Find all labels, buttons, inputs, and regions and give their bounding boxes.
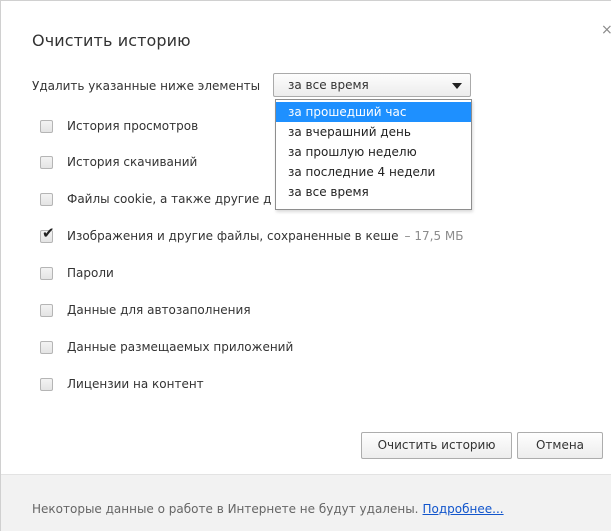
- dropdown-option-last-4-weeks[interactable]: за последние 4 недели: [276, 162, 471, 182]
- option-cached-images[interactable]: ✔ Изображения и другие файлы, сохраненны…: [40, 225, 464, 246]
- dropdown-option-last-week[interactable]: за прошлую неделю: [276, 142, 471, 162]
- dialog-title: Очистить историю: [32, 31, 191, 50]
- clear-history-button[interactable]: Очистить историю: [361, 432, 512, 459]
- checkbox-checked[interactable]: ✔: [40, 225, 55, 243]
- checkbox[interactable]: [40, 192, 53, 206]
- cancel-button[interactable]: Отмена: [517, 432, 603, 459]
- period-select[interactable]: за все время: [273, 73, 471, 97]
- footer-text: Некоторые данные о работе в Интернете не…: [32, 502, 419, 516]
- period-label: Удалить указанные ниже элементы: [32, 79, 261, 93]
- option-label: Пароли: [67, 266, 114, 280]
- option-label: История скачиваний: [67, 155, 198, 169]
- chevron-down-icon: [452, 83, 462, 89]
- option-label: История просмотров: [67, 119, 199, 133]
- checkbox[interactable]: [40, 266, 53, 280]
- option-label: Данные размещаемых приложений: [67, 340, 294, 354]
- footer-note: Некоторые данные о работе в Интернете не…: [32, 502, 504, 516]
- option-autofill[interactable]: Данные для автозаполнения: [40, 300, 251, 320]
- checkmark-icon: ✔: [42, 223, 55, 242]
- checkbox[interactable]: [40, 340, 53, 354]
- option-label: Лицензии на контент: [67, 377, 204, 391]
- dropdown-option-past-hour[interactable]: за прошедший час: [276, 102, 471, 122]
- option-content-licenses[interactable]: Лицензии на контент: [40, 374, 204, 394]
- option-label: Файлы cookie, а также другие д: [67, 192, 272, 206]
- learn-more-link[interactable]: Подробнее...: [423, 502, 504, 516]
- option-label: Данные для автозаполнения: [67, 303, 251, 317]
- option-cookies[interactable]: Файлы cookie, а также другие д: [40, 189, 271, 209]
- option-download-history[interactable]: История скачиваний: [40, 152, 197, 172]
- period-select-value: за все время: [288, 78, 369, 92]
- clear-history-dialog: Очистить историю × Удалить указанные ниж…: [0, 0, 611, 531]
- option-passwords[interactable]: Пароли: [40, 263, 114, 283]
- checkbox[interactable]: [40, 303, 53, 317]
- option-hosted-app-data[interactable]: Данные размещаемых приложений: [40, 337, 293, 357]
- period-row: Удалить указанные ниже элементы: [32, 75, 260, 97]
- dialog-footer: Некоторые данные о работе в Интернете не…: [1, 474, 611, 531]
- cache-size: – 17,5 МБ: [404, 229, 464, 243]
- checkbox[interactable]: [40, 119, 53, 133]
- checkbox[interactable]: [40, 155, 53, 169]
- close-icon[interactable]: ×: [601, 23, 611, 37]
- checkbox[interactable]: [40, 377, 53, 391]
- option-browsing-history[interactable]: История просмотров: [40, 116, 198, 136]
- dropdown-option-all-time[interactable]: за все время: [276, 182, 471, 202]
- option-label: Изображения и другие файлы, сохраненные …: [67, 229, 399, 243]
- period-dropdown-list: за прошедший час за вчерашний день за пр…: [275, 99, 472, 210]
- dropdown-option-yesterday[interactable]: за вчерашний день: [276, 122, 471, 142]
